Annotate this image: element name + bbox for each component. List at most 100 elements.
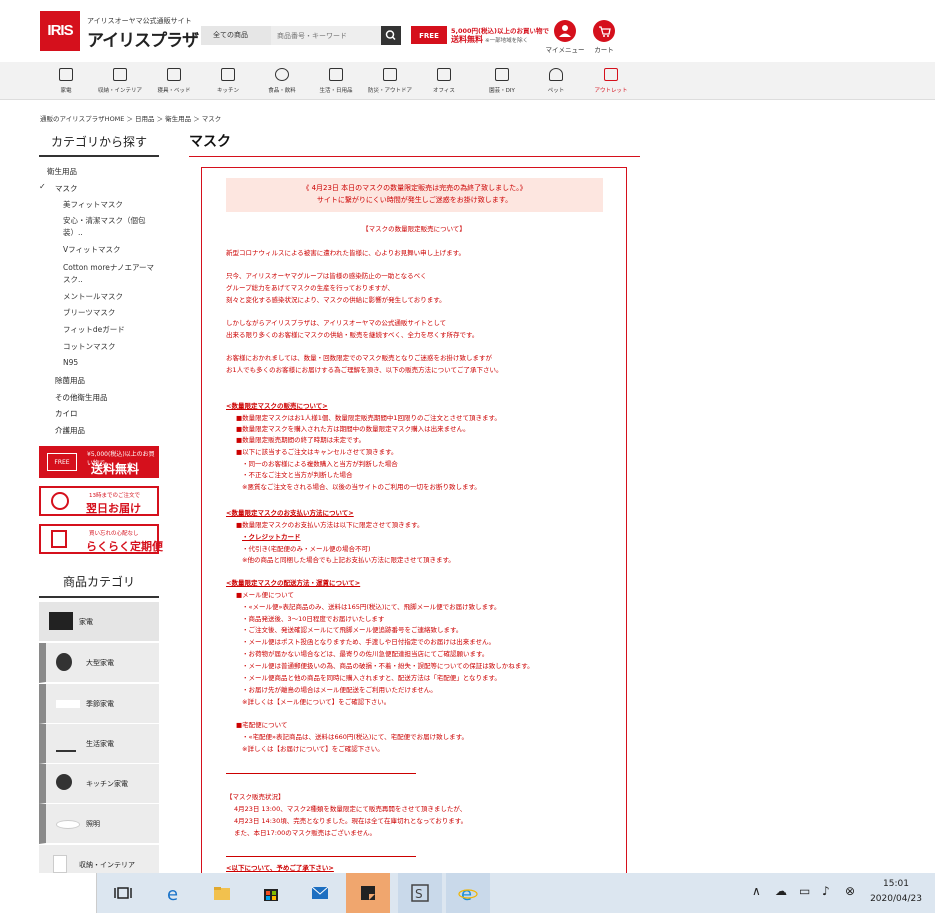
sidebar-item-n95[interactable]: N95 <box>63 358 78 367</box>
iris-logo[interactable]: IRIS <box>40 11 80 51</box>
kitchen-appliance-thumb <box>56 774 72 790</box>
product-cat-large[interactable]: 大型家電 <box>39 643 159 683</box>
category-storage[interactable]: 収納・インテリア <box>93 62 147 100</box>
sidebar-item-other-hygiene[interactable]: その他衛生用品 <box>55 392 108 403</box>
box-icon <box>51 530 67 548</box>
free-shipping-banner[interactable]: FREE ¥5,000(税込)以上のお買い物で 送料無料 <box>39 446 159 478</box>
product-cat-living[interactable]: 生活家電 <box>39 724 159 764</box>
site-name[interactable]: アイリスプラザ <box>87 26 199 51</box>
cart-label[interactable]: カート <box>584 44 624 54</box>
text-line: ・お荷物が届かない場合などは、最寄りの佐川急便配達担当店にてご確認願います。 <box>242 650 489 658</box>
cart-icon[interactable] <box>593 20 615 42</box>
mymenu-label[interactable]: マイメニュー <box>545 44 585 54</box>
text-line: お1人でも多くのお客様にお届けする為ご理解を頂き、以下の販売方法についてご了承下… <box>226 366 503 374</box>
delivery-heading: <数量限定マスクの配送方法・運賃について> <box>226 579 361 587</box>
category-outlet[interactable]: アウトレット <box>584 62 638 100</box>
sidebar-item-v-fit[interactable]: Vフィットマスク <box>63 244 120 255</box>
category-label: 生活・日用品 <box>319 88 353 94</box>
folder-icon <box>214 887 230 900</box>
sidebar-item-cotton[interactable]: コットンマスク <box>63 341 116 352</box>
sidebar-item-cotton-more-cont[interactable]: スク.. <box>63 274 83 285</box>
category-appliance[interactable]: 家電 <box>39 62 93 100</box>
category-office[interactable]: オフィス <box>417 62 471 100</box>
task-view-icon <box>114 887 132 899</box>
category-bedding[interactable]: 寝具・ベッド <box>147 62 201 100</box>
divider <box>226 773 416 774</box>
sidebar-item-mask[interactable]: マスク <box>55 183 78 194</box>
breadcrumb[interactable]: 通販のアイリスプラザHOME ＞ 日用品 ＞ 衛生用品 ＞ マスク <box>40 113 221 123</box>
product-cat-seasonal[interactable]: 季節家電 <box>39 684 159 724</box>
credit-card-link[interactable]: ・クレジットカード <box>242 532 301 543</box>
volume-icon[interactable]: ♪ <box>822 884 830 898</box>
chevron-up-icon[interactable]: ∧ <box>752 884 761 898</box>
svg-text:e: e <box>461 884 472 902</box>
sidebar-item-anshin[interactable]: 安心・清潔マスク（個包 <box>63 215 146 226</box>
product-cat-kitchen[interactable]: キッチン家電 <box>39 764 159 804</box>
text-line: ・メール便は普通郵便扱いの為、商品の破損・不着・紛失・誤配等についての保証は致し… <box>242 662 534 670</box>
garden-icon <box>495 68 509 81</box>
subscription-banner[interactable]: 買い忘れの心配なし らくらく定期便 <box>39 524 163 554</box>
product-cat-label: 照明 <box>86 820 100 828</box>
delivery-info-link[interactable]: ※詳しくは【お届けについて】をご確認下さい。 <box>242 744 384 755</box>
taskbar-store[interactable] <box>249 873 293 913</box>
search-button[interactable] <box>381 26 401 45</box>
text-line: グループ総力をあげてマスクの生産を行っておりますが、 <box>226 284 394 292</box>
truck-icon: FREE <box>411 26 447 44</box>
divider <box>226 856 416 857</box>
sidebar-item-bi-fit[interactable]: 美フィットマスク <box>63 199 123 210</box>
sidebar-item-fit-de-guard[interactable]: フィットdeガード <box>63 324 125 335</box>
status-heading: 【マスク販売状況】 <box>226 793 285 801</box>
text-line: ■数量限定マスクを購入された方は期間中の数量限定マスク購入は出来ません。 <box>236 425 470 433</box>
category-pet[interactable]: ペット <box>529 62 583 100</box>
mail-delivery-link[interactable]: ※詳しくは【メール便について】をご確認下さい。 <box>242 697 390 708</box>
taskbar-clock[interactable]: 15:01 2020/04/23 <box>866 877 926 907</box>
page-title: マスク <box>189 134 231 150</box>
category-daily[interactable]: 生活・日用品 <box>309 62 363 100</box>
category-food[interactable]: 食品・飲料 <box>255 62 309 100</box>
search-category-select[interactable]: 全ての商品 <box>201 26 271 45</box>
taskbar-edge[interactable]: e <box>152 873 196 913</box>
sidebar-item-cotton-more[interactable]: Cotton moreナノエアーマ <box>63 262 154 273</box>
text-line: しかしながらアイリスプラザは、アイリスオーヤマの公式通販サイトとして <box>226 319 447 327</box>
category-garden[interactable]: 園芸・DIY <box>475 62 529 100</box>
next-day-delivery-banner[interactable]: 13時までのご注文で 翌日お届け <box>39 486 159 516</box>
product-cat-appliance[interactable]: 家電 <box>39 602 159 642</box>
task-view-button[interactable] <box>101 873 145 913</box>
sidebar-item-hygiene[interactable]: 衛生用品 <box>47 166 77 177</box>
taskbar-sticky-app[interactable] <box>346 873 390 913</box>
text-line: 出来る限り多くのお客様にマスクの供給・販売を継続すべく、全力を尽くす所存です。 <box>226 331 479 339</box>
category-label: アウトレット <box>594 88 628 94</box>
product-cat-label: 家電 <box>79 618 93 626</box>
sidebar-item-disinfect[interactable]: 除菌用品 <box>55 375 85 386</box>
sidebar-item-anshin-cont[interactable]: 装）.. <box>63 227 83 238</box>
sidebar-item-kairo[interactable]: カイロ <box>55 408 78 419</box>
category-label: キッチン <box>216 88 239 94</box>
bed-icon <box>167 68 181 81</box>
search-input[interactable] <box>271 26 381 45</box>
product-cat-lighting[interactable]: 照明 <box>39 804 159 844</box>
sidebar-item-menthol[interactable]: メントールマスク <box>63 291 123 302</box>
text-line: ・同一のお客様による複数購入と当方が判断した場合 <box>242 460 398 468</box>
mail-icon <box>311 886 329 899</box>
notification-icon[interactable]: ⊗ <box>845 884 855 898</box>
network-icon[interactable]: ▭ <box>799 884 810 898</box>
site-header: IRIS アイリスオーヤマ公式通販サイト アイリスプラザ 全ての商品 FREE … <box>0 0 935 62</box>
category-outdoor[interactable]: 防災・アウトドア <box>363 62 417 100</box>
taskbar-app-s[interactable]: S <box>398 873 442 913</box>
taskbar-ie[interactable]: e <box>446 873 490 913</box>
taskbar-search-box[interactable] <box>0 873 97 913</box>
text-line: 只今、アイリスオーヤマグループは皆様の感染防止の一助となるべく <box>226 272 427 280</box>
sidebar-item-care[interactable]: 介護用品 <box>55 425 85 436</box>
sidebar-item-pleats[interactable]: ブリーツマスク <box>63 307 115 318</box>
onedrive-icon[interactable]: ☁ <box>775 884 787 898</box>
user-icon[interactable] <box>554 20 576 42</box>
taskbar-mail[interactable] <box>298 873 342 913</box>
category-label: オフィス <box>433 88 455 94</box>
storage-thumb <box>53 855 67 873</box>
category-kitchen[interactable]: キッチン <box>201 62 255 100</box>
banner-title: 翌日お届け <box>86 502 141 515</box>
svg-text:S: S <box>415 887 423 901</box>
taskbar-explorer[interactable] <box>200 873 244 913</box>
free-shipping-notice: FREE 5,000円(税込)以上のお買い物で 送料無料 ※一部地域を除く <box>411 24 549 48</box>
sidebar-heading: カテゴリから探す <box>39 133 159 157</box>
